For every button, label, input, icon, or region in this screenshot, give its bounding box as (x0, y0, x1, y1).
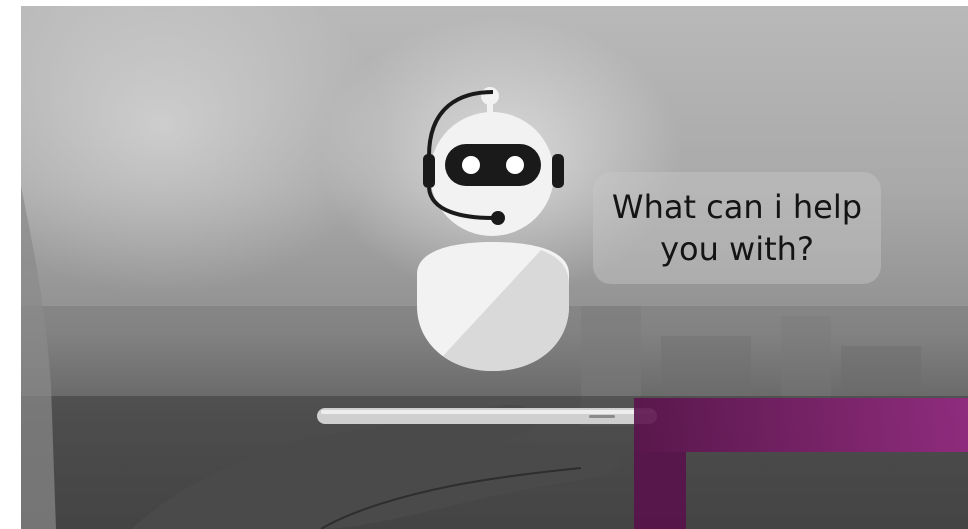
accent-frame-side (634, 452, 686, 529)
chatbot-hero: What can i help you with? (0, 0, 968, 529)
bubble-message: What can i help you with? (611, 188, 863, 268)
accent-frame-top (634, 398, 968, 452)
speech-bubble: What can i help you with? (593, 172, 881, 284)
